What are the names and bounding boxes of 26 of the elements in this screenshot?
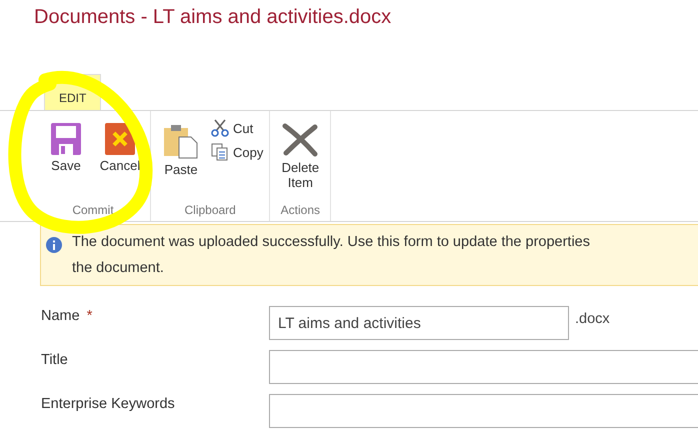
group-label: Clipboard — [184, 203, 236, 219]
group-label: Actions — [280, 203, 320, 219]
page-title: Documents - LT aims and activities.docx — [33, 5, 392, 30]
copy-icon — [211, 143, 229, 161]
cancel-icon — [105, 123, 135, 155]
required-mark: * — [86, 308, 92, 324]
input-field[interactable]: LT aims and activities — [269, 306, 569, 340]
ribbon-button[interactable]: Cut — [211, 117, 264, 139]
message-text: the document. — [72, 259, 165, 278]
input-field[interactable] — [269, 394, 698, 428]
field-label: Title — [41, 352, 68, 368]
ribbon-button[interactable]: Cancel — [96, 117, 144, 180]
field-label: Enterprise Keywords — [41, 396, 175, 412]
field-label: Name — [41, 308, 80, 324]
paste-icon — [163, 123, 199, 159]
ribbon-button[interactable]: Save — [42, 117, 90, 180]
info-icon — [46, 237, 62, 253]
group-label: Commit — [72, 203, 114, 219]
extension-text: .docx — [575, 311, 610, 327]
ribbon-button[interactable]: Delete Item — [276, 117, 324, 197]
ribbon-button[interactable]: Paste — [157, 117, 205, 184]
message-text: The document was uploaded successfully. Use this form to update the properties — [72, 233, 590, 252]
input-field[interactable] — [269, 350, 698, 384]
scissors-icon — [211, 119, 229, 137]
delete-x-icon — [282, 123, 318, 157]
ribbon-button[interactable]: Copy — [211, 141, 264, 163]
